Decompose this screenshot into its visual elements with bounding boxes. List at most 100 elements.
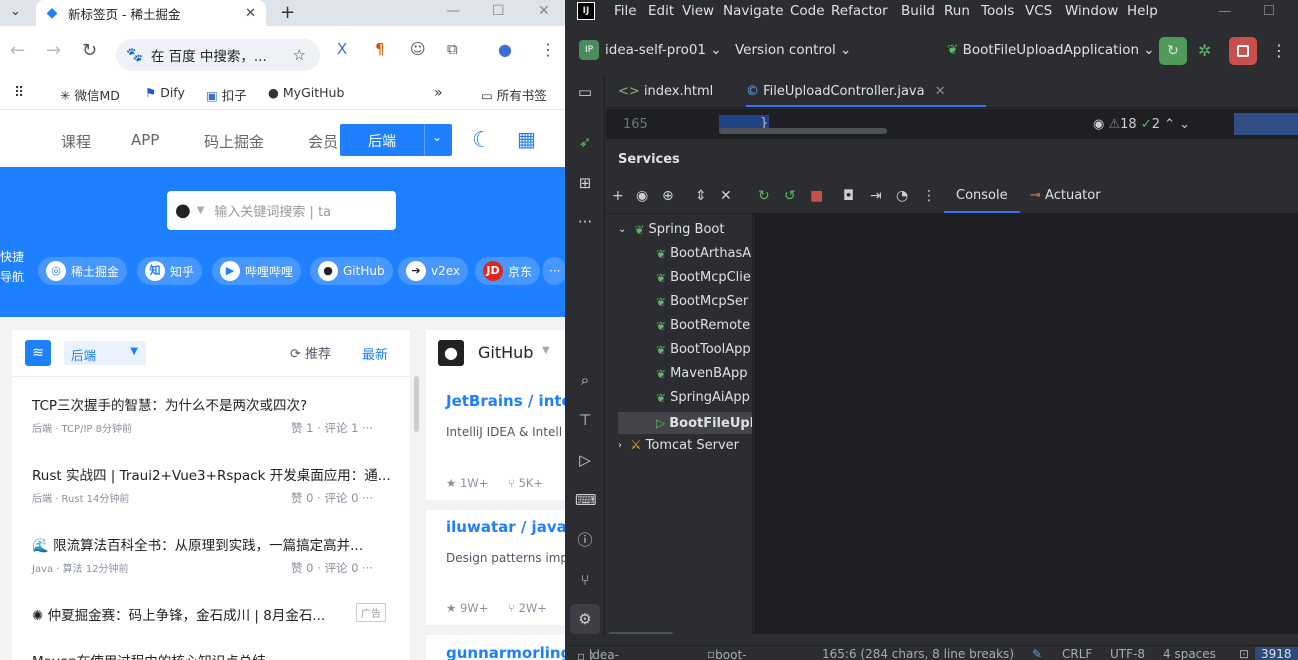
screenshot-icon[interactable]: ◘ bbox=[843, 188, 854, 204]
new-group-icon[interactable]: ⊕ bbox=[662, 188, 674, 204]
quick-link-juejin[interactable]: ◎ 稀土掘金 bbox=[38, 257, 128, 285]
stop-service-icon[interactable]: ■ bbox=[810, 188, 823, 204]
repo-name[interactable]: iluwatar / java-d bbox=[446, 518, 565, 536]
bookmark-dify[interactable]: ⚑ Dify bbox=[145, 85, 185, 100]
tree-spring-boot[interactable]: ⌄ ❦ Spring Boot bbox=[618, 222, 724, 237]
menu-tools[interactable]: Tools bbox=[981, 3, 1014, 19]
menu-run[interactable]: Run bbox=[944, 3, 970, 19]
ai-icon[interactable]: ✎ bbox=[1032, 647, 1042, 660]
tree-item[interactable]: ❦ BootArthasA bbox=[656, 246, 751, 261]
translate-icon[interactable]: X bbox=[337, 40, 347, 58]
caret-down-icon[interactable]: ▼ bbox=[542, 345, 550, 356]
more-tools-icon[interactable]: ··· bbox=[575, 212, 595, 232]
tab-search-icon[interactable]: ⌄ bbox=[10, 4, 21, 19]
puzzle-icon[interactable]: ⧉ bbox=[447, 40, 458, 58]
menu-code[interactable]: Code bbox=[790, 3, 825, 19]
tree-scrollbar[interactable] bbox=[608, 632, 674, 634]
search-box[interactable]: ● ▼ 输入关键词搜索 | ta bbox=[167, 191, 396, 230]
nav-courses[interactable]: 课程 bbox=[61, 131, 91, 152]
more-links-icon[interactable]: ··· bbox=[543, 257, 565, 285]
tree-item[interactable]: ❦ MavenBApp bbox=[656, 366, 748, 381]
tree-item[interactable]: ❦ BootMcpClie bbox=[656, 270, 751, 285]
menu-navigate[interactable]: Navigate bbox=[723, 3, 784, 19]
console-output[interactable] bbox=[754, 214, 1298, 634]
code-editor[interactable]: 165 } ◉ ⚠18 ✓2 ⌃ ⌄ bbox=[606, 109, 1298, 139]
article-title[interactable]: Rust 实战四 | Traui2+Vue3+Rspack 开发桌面应用：通..… bbox=[32, 464, 392, 484]
menu-build[interactable]: Build bbox=[901, 3, 935, 19]
quick-link-bilibili[interactable]: ▶ 哔哩哔哩 bbox=[212, 257, 302, 285]
quick-link-github[interactable]: ● GitHub bbox=[310, 257, 393, 285]
restart-icon[interactable]: ↺ bbox=[784, 188, 796, 204]
inspection-widget[interactable]: ◉ ⚠18 ✓2 ⌃ ⌄ bbox=[1093, 117, 1190, 132]
all-bookmarks[interactable]: ▭ 所有书签 bbox=[481, 85, 547, 104]
nav-codemirror[interactable]: 码上掘金 bbox=[204, 131, 264, 152]
menu-vcs[interactable]: VCS bbox=[1025, 3, 1052, 19]
show-icon[interactable]: ◉ bbox=[636, 188, 648, 204]
menu-window[interactable]: Window bbox=[1065, 3, 1118, 19]
add-service-icon[interactable]: + bbox=[612, 188, 624, 204]
quick-link-zhihu[interactable]: 知知乎 bbox=[137, 257, 203, 285]
build-icon[interactable]: ⊤ bbox=[575, 410, 595, 430]
exit-icon[interactable]: ⇥ bbox=[870, 188, 882, 204]
new-tab-button[interactable]: + bbox=[280, 2, 295, 23]
expand-all-icon[interactable]: ⇕ bbox=[695, 188, 707, 204]
category-select[interactable]: 后端 ▼ bbox=[64, 341, 146, 365]
article-title[interactable]: TCP三次握手的智慧：为什么不是两次或四次? bbox=[32, 394, 392, 414]
article-title[interactable]: 🌊 限流算法百科全书：从原理到实践，一篇搞定高并... bbox=[32, 534, 392, 554]
rerun-service-icon[interactable]: ↻ bbox=[758, 188, 770, 204]
article-title[interactable]: Maven在使用过程中的核心知识点总结 bbox=[32, 650, 392, 660]
star-icon[interactable]: ☆ bbox=[293, 46, 306, 64]
terminal-icon[interactable]: ⌨ bbox=[575, 490, 597, 510]
article-title[interactable]: ✺ 仲夏掘金赛：码上争锋，金石成川 | 8月金石... bbox=[32, 604, 332, 624]
stop-button[interactable] bbox=[1229, 37, 1257, 65]
project-selector[interactable]: idea-self-pro01 ⌄ bbox=[605, 42, 722, 58]
tree-tomcat-server[interactable]: › ⚔ Tomcat Server bbox=[618, 438, 739, 453]
debug-icon[interactable]: ✲ bbox=[1198, 41, 1211, 60]
reload-icon[interactable]: ↻ bbox=[82, 40, 97, 61]
engine-chevron-icon[interactable]: ▼ bbox=[197, 205, 205, 216]
horizontal-scrollbar[interactable] bbox=[719, 128, 887, 134]
tab-console[interactable]: Console bbox=[956, 188, 1008, 203]
indent-setting[interactable]: 4 spaces bbox=[1163, 647, 1216, 660]
services-icon[interactable]: ⚙ bbox=[570, 604, 600, 634]
bookmark-wechatmd[interactable]: ✳ 微信MD bbox=[60, 85, 120, 104]
file-encoding[interactable]: UTF-8 bbox=[1110, 647, 1145, 660]
more-menu-icon[interactable]: ⋮ bbox=[540, 40, 556, 59]
nav-app[interactable]: APP bbox=[131, 131, 159, 149]
browser-tab[interactable]: ◆ 新标签页 - 稀土掘金 ✕ bbox=[36, 0, 266, 26]
tree-item[interactable]: ❦ BootRemote bbox=[656, 318, 750, 333]
scrollbar[interactable] bbox=[414, 376, 419, 432]
close-window-icon[interactable]: ✕ bbox=[538, 3, 550, 19]
tree-item[interactable]: ❦ BootMcpSer bbox=[656, 294, 748, 309]
breadcrumb-module[interactable]: ▫ boot-file-u bbox=[707, 647, 746, 660]
memory-indicator[interactable]: 3918 bbox=[1255, 647, 1298, 660]
project-folder-icon[interactable]: ▭ bbox=[575, 82, 595, 102]
quick-link-v2ex[interactable]: ➔ v2ex bbox=[398, 257, 469, 285]
tab-index-html[interactable]: <> index.html bbox=[618, 84, 713, 99]
tab-latest[interactable]: 最新 bbox=[362, 344, 388, 363]
menu-edit[interactable]: Edit bbox=[648, 3, 674, 19]
menu-view[interactable]: View bbox=[682, 3, 714, 19]
breadcrumb-project[interactable]: ▫ idea-self-pro01 〉 bbox=[577, 647, 619, 660]
search-icon[interactable]: ⌕ bbox=[575, 370, 595, 390]
profiler-icon[interactable]: ◔ bbox=[896, 188, 908, 204]
minimize-icon[interactable]: — bbox=[1218, 3, 1232, 19]
repo-name[interactable]: JetBrains / inte bbox=[446, 392, 565, 410]
dark-mode-icon[interactable]: ☾ bbox=[472, 128, 492, 153]
more-bookmarks-icon[interactable]: » bbox=[434, 85, 443, 101]
tree-item[interactable]: ❦ SpringAiApp bbox=[656, 390, 750, 405]
address-bar[interactable]: 🐾 在 百度 中搜索，... ☆ bbox=[116, 39, 320, 71]
version-control-menu[interactable]: Version control ⌄ bbox=[735, 42, 851, 58]
tab-file-upload-controller[interactable]: © FileUploadController.java ✕ bbox=[746, 84, 946, 99]
caret-position[interactable]: 165:6 (284 chars, 8 line breaks) bbox=[822, 647, 1014, 660]
profile-icon[interactable]: ● bbox=[498, 40, 512, 59]
structure-icon[interactable]: ⊞ bbox=[575, 173, 595, 193]
git-icon[interactable]: ⑂ bbox=[575, 570, 595, 590]
tree-item-selected[interactable]: ▷ BootFileUpl bbox=[618, 412, 752, 434]
jrebel-icon[interactable]: ➶ bbox=[575, 132, 595, 152]
line-separator[interactable]: CRLF bbox=[1062, 647, 1092, 660]
quick-link-jd[interactable]: JD 京东 bbox=[475, 257, 541, 285]
extension-icon[interactable]: ¶ bbox=[375, 40, 385, 58]
apps-grid-icon[interactable]: ⠿ bbox=[14, 85, 24, 101]
maximize-icon[interactable]: ☐ bbox=[492, 3, 505, 19]
